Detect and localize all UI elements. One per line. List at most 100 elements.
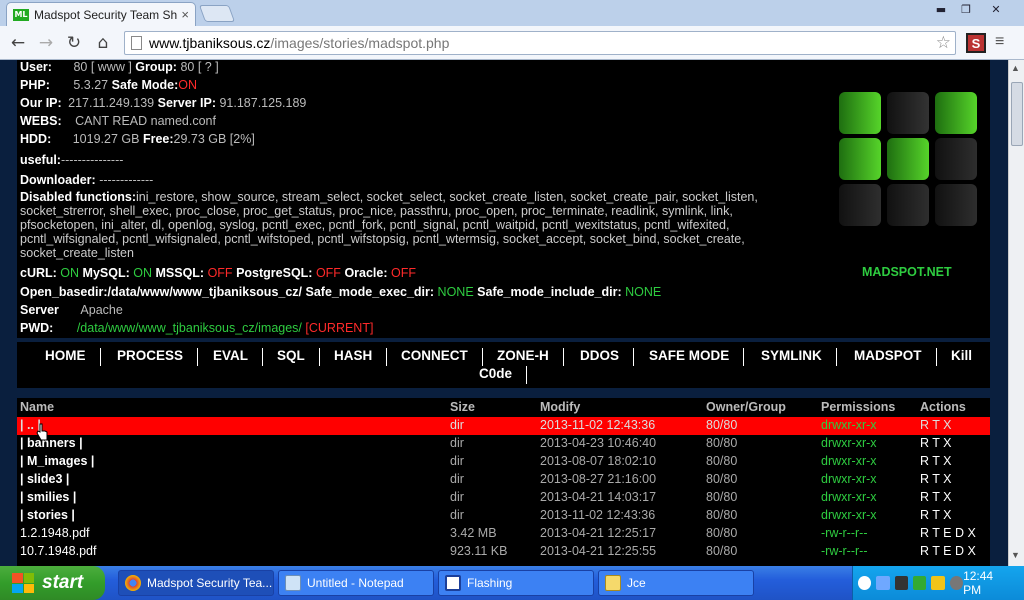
file-owner: 80/80 <box>706 454 738 468</box>
antivirus-icon[interactable] <box>931 576 945 590</box>
file-size: dir <box>450 472 464 486</box>
scroll-up-icon[interactable]: ▲ <box>1011 63 1020 73</box>
task-flashing[interactable]: Flashing <box>438 570 594 596</box>
madspot-link[interactable]: MADSPOT.NET <box>862 265 952 279</box>
webs-line: WEBS: CANT READ named.conf <box>20 114 216 128</box>
file-actions[interactable]: R T X <box>920 418 952 432</box>
menu-connect[interactable]: CONNECT <box>387 348 483 366</box>
page-icon <box>131 36 142 50</box>
reload-icon[interactable]: ↻ <box>64 33 84 53</box>
file-actions[interactable]: R T X <box>920 436 952 450</box>
address-bar[interactable]: www.tjbaniksous.cz/images/stories/madspo… <box>124 31 956 55</box>
file-size: dir <box>450 508 464 522</box>
extension-icon[interactable]: S <box>966 33 986 53</box>
system-tray: 12:44 PM <box>852 566 1024 600</box>
table-row[interactable]: | stories | dir 2013-11-02 12:43:36 80/80 dr… <box>17 507 990 525</box>
file-modified: 2013-08-27 21:16:00 <box>540 472 657 486</box>
file-name[interactable]: | stories | <box>20 508 75 522</box>
home-icon[interactable]: ⌂ <box>93 33 113 53</box>
file-size: dir <box>450 454 464 468</box>
browser-tab[interactable]: ML Madspot Security Team Shell × <box>6 2 196 26</box>
task-chrome[interactable]: Madspot Security Tea... <box>118 570 274 596</box>
file-permissions[interactable]: drwxr-xr-x <box>821 418 877 432</box>
site-favicon-icon: ML <box>13 8 29 21</box>
speaker-icon[interactable] <box>894 576 909 590</box>
table-row[interactable]: | M_images | dir 2013-08-07 18:02:10 80/80 d… <box>17 453 990 471</box>
clock: 12:44 PM <box>963 569 994 597</box>
file-actions[interactable]: R T X <box>920 454 952 468</box>
file-actions[interactable]: R T X <box>920 472 952 486</box>
menu-zone-h[interactable]: ZONE-H <box>483 348 564 366</box>
file-actions[interactable]: R T E D X <box>920 526 976 540</box>
file-modified: 2013-04-21 12:25:55 <box>540 544 657 558</box>
tray-expand-icon[interactable] <box>858 576 872 590</box>
file-owner: 80/80 <box>706 418 738 432</box>
notepad-icon <box>285 575 301 591</box>
menu-symlink[interactable]: SYMLINK <box>747 348 837 366</box>
file-name[interactable]: | banners | <box>20 436 83 450</box>
file-permissions[interactable]: -rw-r--r-- <box>821 526 868 540</box>
task-jce[interactable]: Jce <box>598 570 754 596</box>
hdd-line: HDD: 1019.27 GB Free:29.73 GB [2%] <box>20 132 255 146</box>
start-button[interactable]: start <box>0 566 105 600</box>
file-permissions[interactable]: -rw-r--r-- <box>821 544 868 558</box>
chrome-icon <box>125 575 141 591</box>
file-size: 923.11 KB <box>450 544 508 558</box>
pwd-path-link[interactable]: /data/www/www_tjbaniksous_cz/images/ <box>77 321 302 335</box>
menu-kill[interactable]: Kill <box>937 348 986 366</box>
maximize-icon[interactable]: ❐ <box>955 2 977 16</box>
table-row[interactable]: 10.7.1948.pdf 923.11 KB 2013-04-21 12:25:5… <box>17 543 990 561</box>
file-size: dir <box>450 436 464 450</box>
shell-menu: HOME PROCESS EVAL SQL HASH CONNECT ZONE-… <box>17 342 990 388</box>
file-actions[interactable]: R T E D X <box>920 544 976 558</box>
wrench-menu-icon[interactable]: ≡ <box>995 33 1004 51</box>
file-size: dir <box>450 418 464 432</box>
table-row[interactable]: | smilies | dir 2013-04-21 14:03:17 80/80 dr… <box>17 489 990 507</box>
scroll-down-icon[interactable]: ▼ <box>1011 550 1020 560</box>
page-scrollbar[interactable]: ▲ ▼ <box>1008 60 1024 566</box>
hand-cursor-icon <box>36 423 48 441</box>
file-actions[interactable]: R T X <box>920 490 952 504</box>
file-actions[interactable]: R T X <box>920 508 952 522</box>
task-notepad[interactable]: Untitled - Notepad <box>278 570 434 596</box>
minimize-icon[interactable]: ▬ <box>930 2 952 16</box>
bookmark-star-icon[interactable]: ☆ <box>936 33 951 53</box>
file-name[interactable]: 10.7.1948.pdf <box>20 544 96 558</box>
scroll-thumb[interactable] <box>1011 82 1023 146</box>
close-window-icon[interactable]: ✕ <box>985 2 1007 16</box>
table-row[interactable]: 1.2.1948.pdf 3.42 MB 2013-04-21 12:25:17 80… <box>17 525 990 543</box>
menu-eval[interactable]: EVAL <box>199 348 264 366</box>
server-info-panel: User: 80 [ www ] Group: 80 [ ? ] PHP: 5.… <box>17 60 990 338</box>
file-owner: 80/80 <box>706 526 738 540</box>
file-name[interactable]: 1.2.1948.pdf <box>20 526 90 540</box>
file-permissions[interactable]: drwxr-xr-x <box>821 436 877 450</box>
file-permissions[interactable]: drwxr-xr-x <box>821 490 877 504</box>
menu-safe-mode[interactable]: SAFE MODE <box>635 348 745 366</box>
file-modified: 2013-11-02 12:43:36 <box>540 508 656 522</box>
menu-hash[interactable]: HASH <box>320 348 388 366</box>
file-name[interactable]: | M_images | <box>20 454 94 468</box>
menu-madspot[interactable]: MADSPOT <box>840 348 937 366</box>
file-name[interactable]: | smilies | <box>20 490 76 504</box>
file-name[interactable]: | slide3 | <box>20 472 69 486</box>
security-icon[interactable] <box>913 576 927 590</box>
back-icon[interactable]: ← <box>8 33 28 53</box>
file-permissions[interactable]: drwxr-xr-x <box>821 454 877 468</box>
network-icon[interactable] <box>876 576 890 590</box>
update-icon[interactable] <box>949 576 964 590</box>
forward-icon[interactable]: → <box>36 33 56 53</box>
menu-code[interactable]: C0de <box>465 366 528 384</box>
url-host: www.tjbaniksous.cz <box>149 35 271 51</box>
menu-ddos[interactable]: DDOS <box>566 348 635 366</box>
file-permissions[interactable]: drwxr-xr-x <box>821 472 877 486</box>
page-viewport: User: 80 [ www ] Group: 80 [ ? ] PHP: 5.… <box>0 60 1008 566</box>
tab-close-icon[interactable]: × <box>181 7 189 22</box>
table-row[interactable]: | slide3 | dir 2013-08-27 21:16:00 80/80 drw… <box>17 471 990 489</box>
menu-home[interactable]: HOME <box>31 348 101 366</box>
file-permissions[interactable]: drwxr-xr-x <box>821 508 877 522</box>
table-row[interactable]: | .. | dir 2013-11-02 12:43:36 80/80 drwxr-x… <box>17 417 990 435</box>
menu-sql[interactable]: SQL <box>263 348 320 366</box>
table-row[interactable]: | banners | dir 2013-04-23 10:46:40 80/80 dr… <box>17 435 990 453</box>
new-tab-button[interactable] <box>198 5 236 22</box>
menu-process[interactable]: PROCESS <box>103 348 199 366</box>
